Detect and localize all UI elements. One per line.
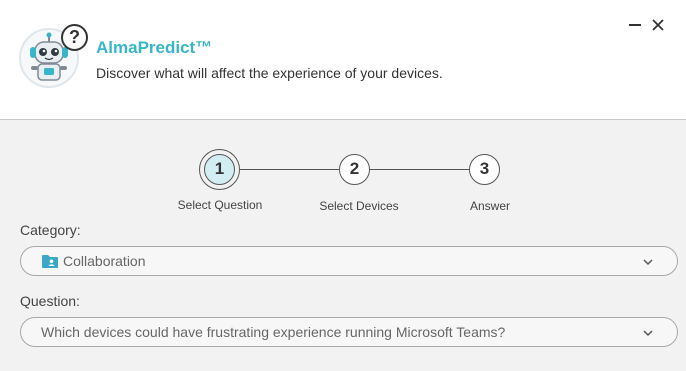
question-label: Question:	[20, 293, 80, 309]
chevron-down-icon	[643, 330, 653, 337]
question-mark-icon: ?	[61, 24, 88, 51]
step-3-circle[interactable]: 3	[469, 154, 500, 185]
app-title: AlmaPredict™	[96, 38, 213, 57]
stepper-connector	[370, 169, 469, 170]
step-1-circle[interactable]: 1	[204, 154, 235, 185]
category-label: Category:	[20, 222, 81, 238]
app-subtitle: Discover what will affect the experience…	[96, 65, 443, 81]
chevron-down-icon	[643, 259, 653, 266]
stepper-connector	[240, 169, 339, 170]
minimize-button[interactable]	[624, 14, 646, 36]
close-icon	[652, 19, 664, 31]
folder-user-icon	[42, 255, 58, 268]
minimize-icon	[629, 24, 641, 26]
category-select[interactable]: Collaboration	[20, 246, 678, 276]
step-3-label: Answer	[469, 199, 511, 213]
question-value: Which devices could have frustrating exp…	[41, 324, 506, 340]
category-value: Collaboration	[63, 253, 146, 269]
step-2-circle[interactable]: 2	[339, 154, 370, 185]
header: ? AlmaPredict™ Discover what will affect…	[0, 0, 686, 120]
step-2-label: Select Devices	[319, 199, 399, 213]
question-select[interactable]: Which devices could have frustrating exp…	[20, 317, 678, 347]
step-1-label: Select Question	[177, 198, 263, 212]
close-button[interactable]	[647, 14, 669, 36]
